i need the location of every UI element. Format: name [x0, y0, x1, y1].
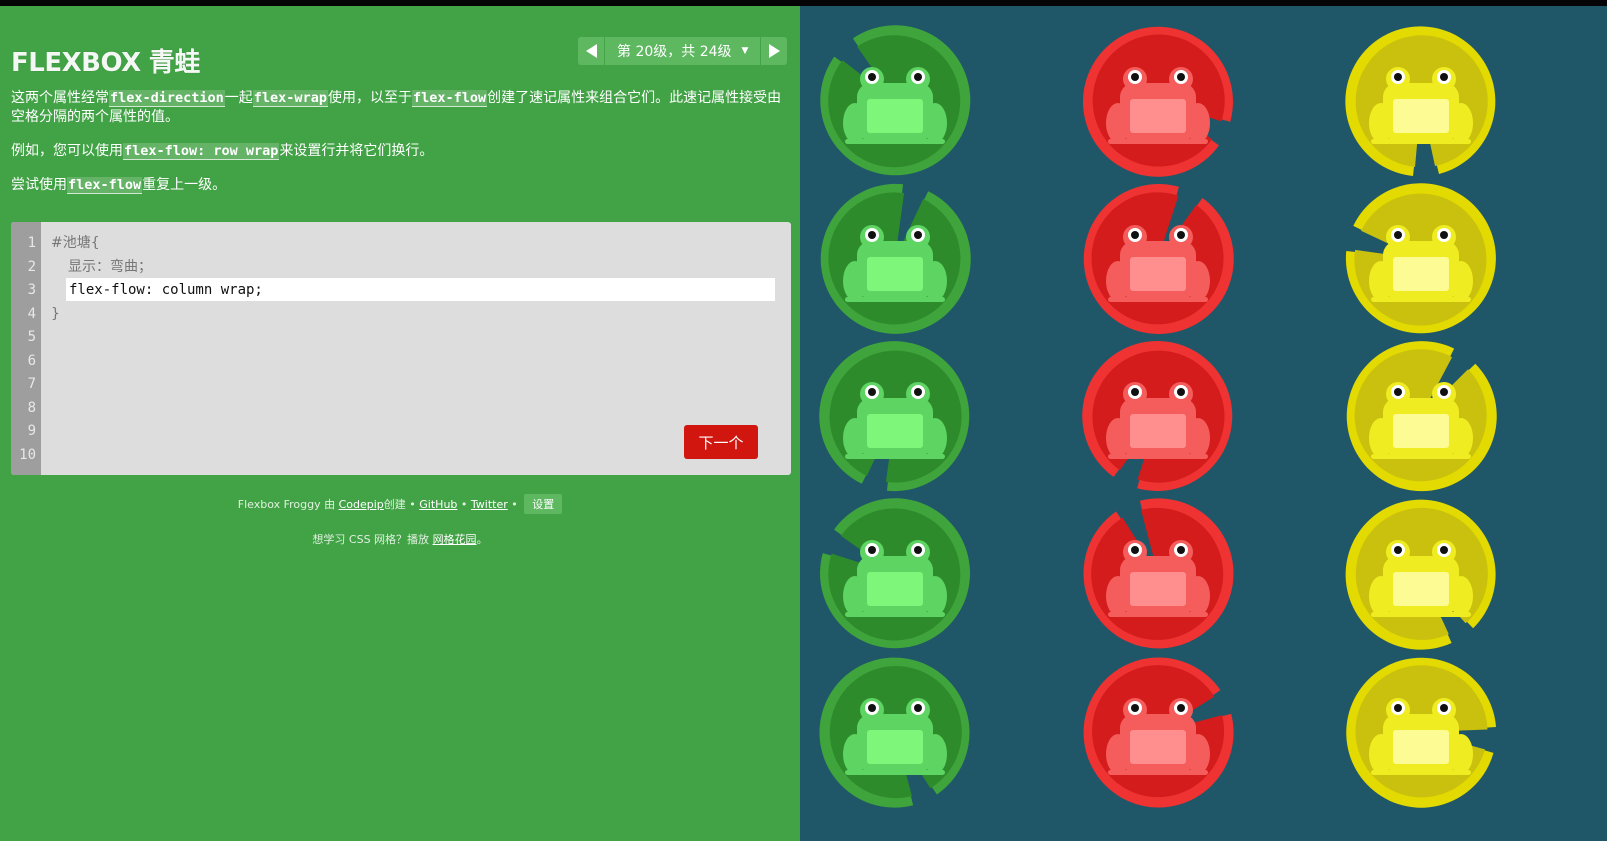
lilypad-green: [815, 179, 975, 339]
lilypad-yellow: [1341, 21, 1501, 181]
lilypad-yellow: [1341, 494, 1501, 654]
code-line-selector: #池塘{: [51, 235, 100, 251]
instruction-paragraph-3: 尝试使用flex-flow重复上一级。: [11, 176, 793, 195]
next-button[interactable]: 下一个: [684, 425, 758, 459]
code-line-display: 显示：弯曲；: [68, 258, 152, 275]
settings-button[interactable]: 设置: [524, 494, 563, 514]
line-numbers: 1 2 3 4 5 6 7 8 9 10: [11, 222, 41, 475]
line-number: 10: [19, 446, 36, 463]
code-term-flex-flow[interactable]: flex-flow: [67, 177, 143, 194]
codepip-link[interactable]: Codepip: [339, 498, 384, 511]
code-input[interactable]: [66, 278, 775, 301]
code-term-flex-flow[interactable]: flex-flow: [411, 90, 488, 107]
line-number: 9: [27, 423, 36, 439]
next-level-button[interactable]: [761, 37, 788, 65]
app-logo: FLEXBOX 青蛙: [11, 42, 200, 79]
line-number: 8: [27, 399, 36, 416]
lilypad-red: [1078, 494, 1238, 654]
instruction-text: 使用，以至于: [327, 90, 412, 106]
line-number: 4: [27, 305, 36, 322]
logo-text-cn: 青蛙: [148, 48, 201, 78]
credits-text: 创建: [383, 498, 406, 511]
caret-down-icon: ▼: [741, 46, 749, 56]
triangle-left-icon: [585, 44, 597, 58]
instruction-paragraph-2: 例如，您可以使用flex-flow: row wrap来设置行并将它们换行。: [11, 142, 793, 161]
code-line-close-brace: }: [51, 305, 60, 322]
line-number: 6: [27, 352, 36, 369]
instruction-text: 尝试使用: [11, 177, 67, 193]
line-number: 3: [27, 282, 36, 298]
separator: •: [507, 498, 522, 511]
grid-garden-link[interactable]: 网格花园: [433, 533, 477, 546]
pond-board: [800, 6, 1607, 841]
credits: Flexbox Froggy 由 Codepip创建 • GitHub • Tw…: [0, 494, 800, 514]
level-indicator[interactable]: 第 20级，共 24级 ▼: [605, 37, 761, 65]
line-number: 5: [27, 329, 36, 345]
lilypad-green: [815, 652, 975, 812]
instruction-text: 这两个属性经常: [11, 90, 109, 106]
logo-text: FLEXBOX: [11, 48, 141, 78]
lilypad-green: [815, 21, 975, 181]
promo-text: 想学习 CSS 网格？播放: [312, 533, 433, 546]
credits-text: Flexbox Froggy 由: [237, 498, 339, 511]
promo-text: 。: [476, 533, 488, 546]
prev-level-button[interactable]: [578, 37, 604, 65]
github-link[interactable]: GitHub: [419, 498, 457, 511]
instruction-text: 一起: [224, 90, 253, 106]
lilypad-green: [815, 494, 975, 654]
line-number: 2: [27, 258, 36, 275]
lilypad-green: [815, 336, 975, 496]
code-term-flex-direction[interactable]: flex-direction: [109, 90, 225, 107]
separator: •: [405, 498, 420, 511]
line-number: 1: [27, 235, 36, 251]
instructions: 这两个属性经常flex-direction一起flex-wrap使用，以至于fl…: [11, 89, 793, 210]
lilypad-red: [1078, 336, 1238, 496]
line-number: 7: [27, 376, 36, 392]
lilypad-yellow: [1341, 652, 1501, 812]
code-term-flex-wrap[interactable]: flex-wrap: [252, 90, 328, 107]
lilypad-red: [1078, 652, 1238, 812]
instruction-text: 例如，您可以使用: [11, 143, 123, 159]
lilypad-red: [1078, 179, 1238, 339]
instruction-text: 重复上一级。: [142, 177, 227, 193]
triangle-right-icon: [768, 44, 780, 58]
lilypad-yellow: [1341, 179, 1501, 339]
lilypad-red: [1078, 21, 1238, 181]
level-indicator-label: 第 20级，共 24级: [617, 44, 732, 60]
instruction-text: 来设置行并将它们换行。: [279, 143, 434, 159]
lilypad-yellow: [1341, 336, 1501, 496]
level-navigation: 第 20级，共 24级 ▼: [578, 37, 788, 65]
instruction-paragraph-1: 这两个属性经常flex-direction一起flex-wrap使用，以至于fl…: [11, 89, 793, 127]
twitter-link[interactable]: Twitter: [471, 498, 508, 511]
separator: •: [457, 498, 471, 511]
code-term-flex-flow-row-wrap[interactable]: flex-flow: row wrap: [123, 143, 280, 160]
grid-garden-promo: 想学习 CSS 网格？播放 网格花园。: [0, 531, 800, 547]
css-editor: 1 2 3 4 5 6 7 8 9 10 #池塘{ 显示：弯曲； }: [11, 222, 791, 475]
